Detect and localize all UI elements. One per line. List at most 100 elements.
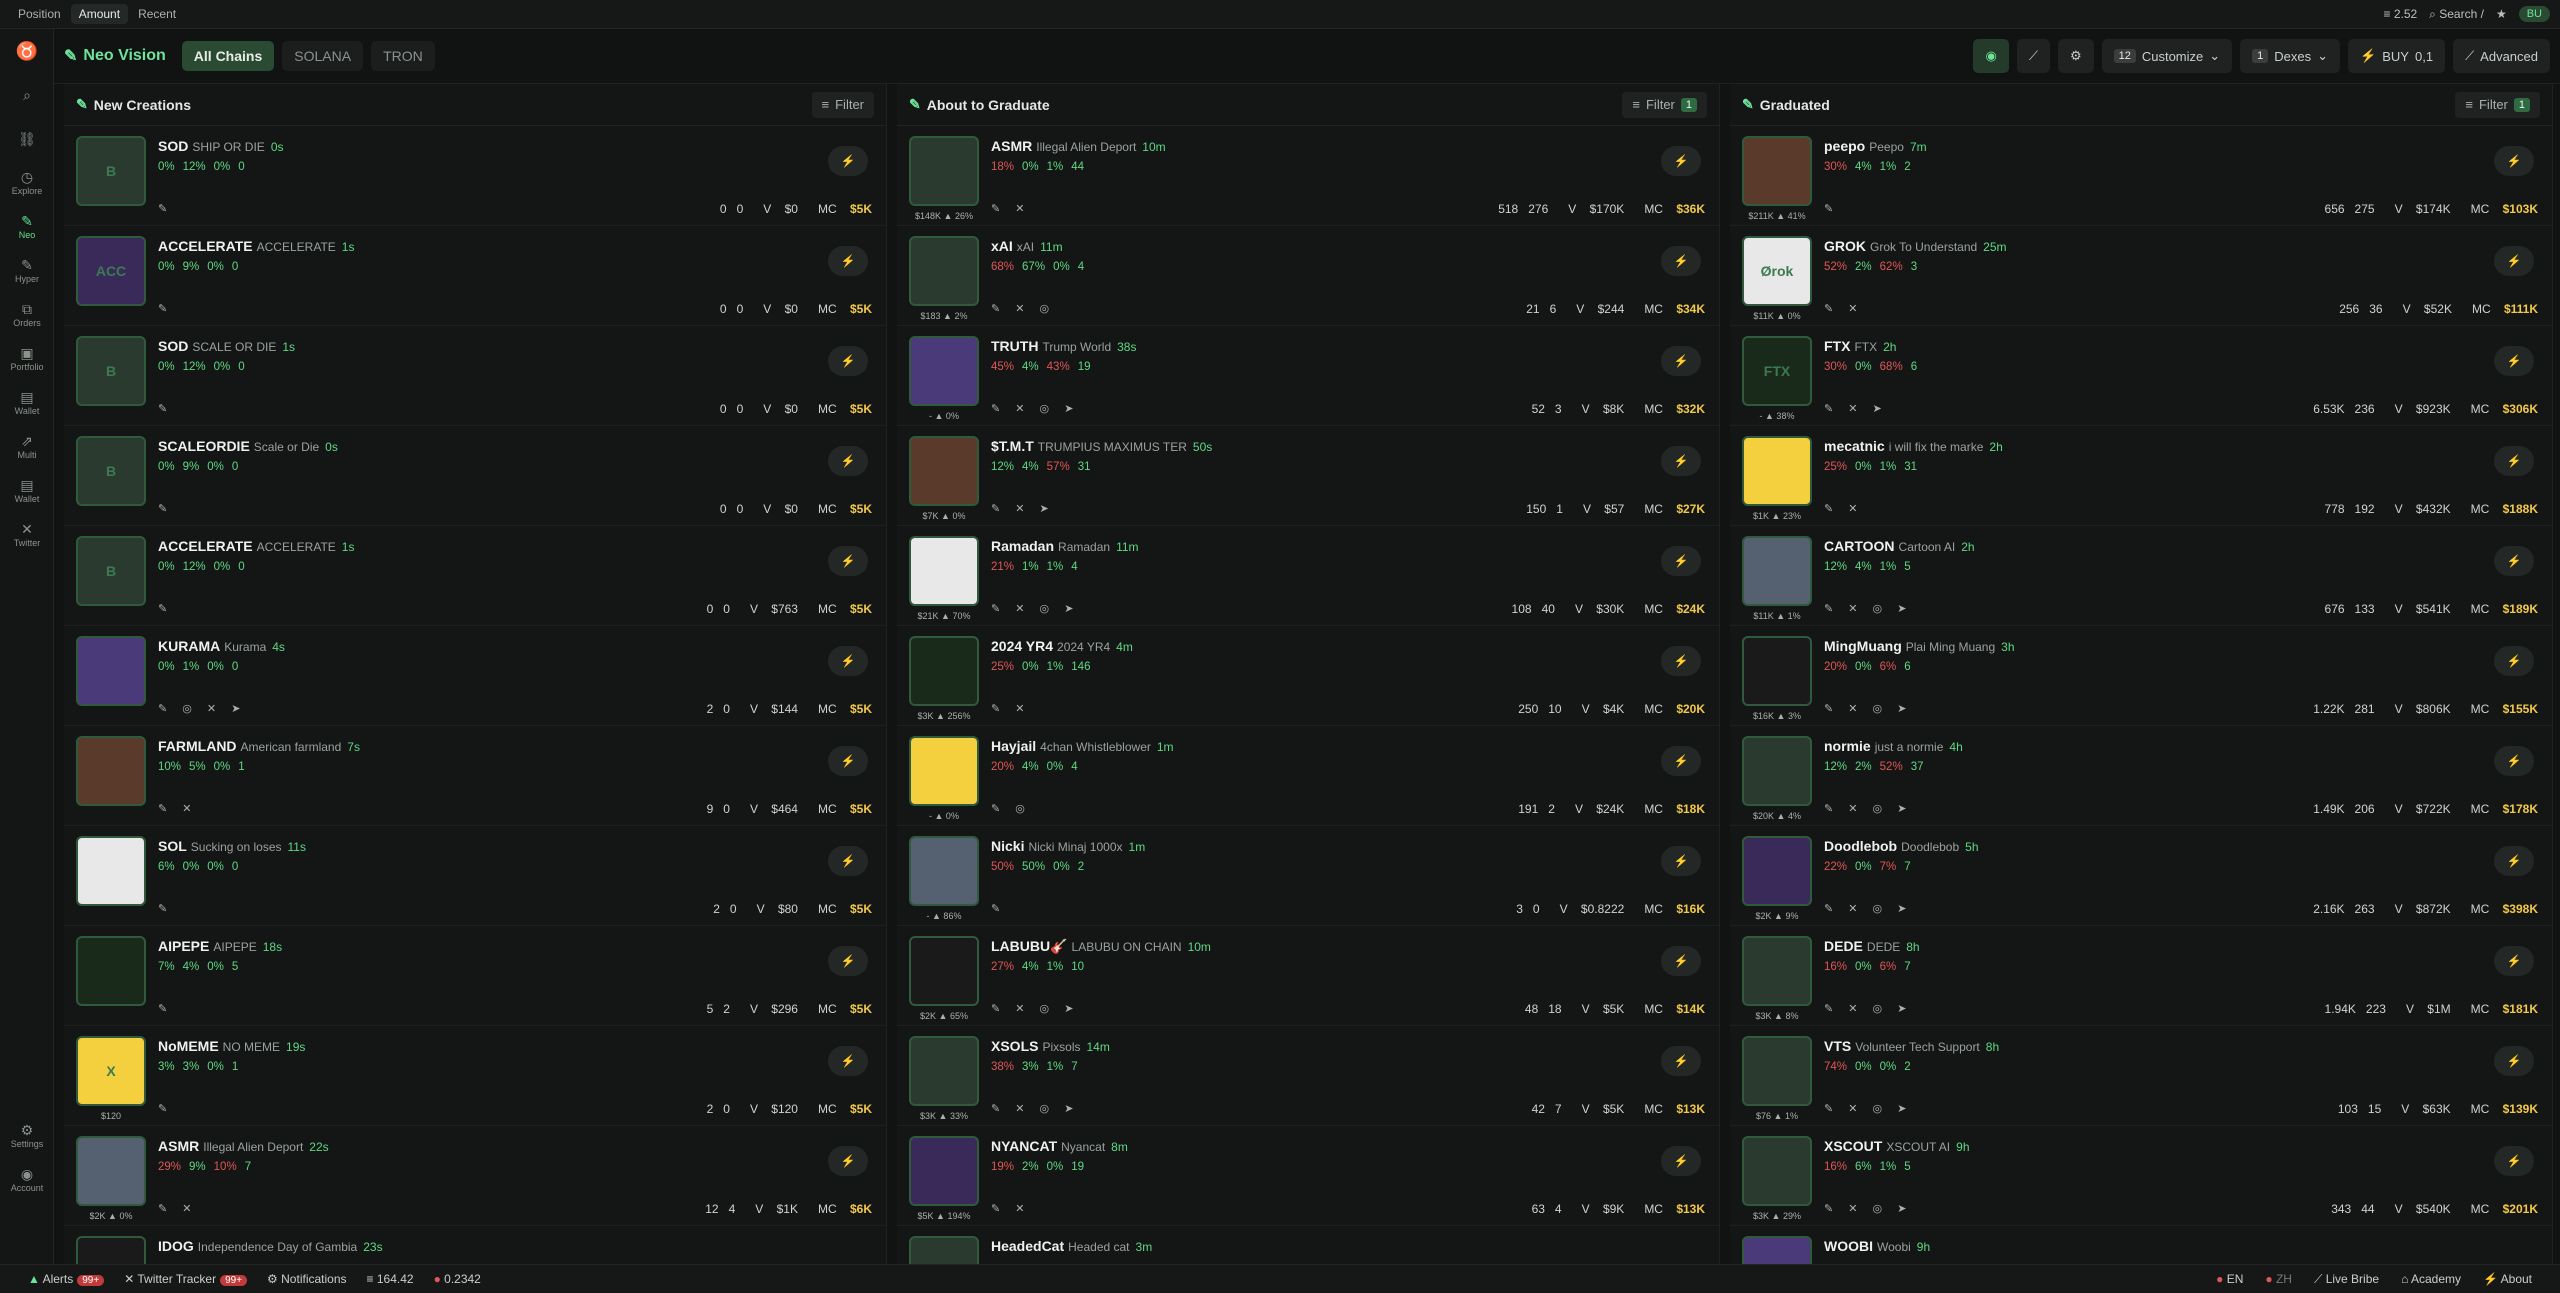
- token-row[interactable]: $211K ▲ 41% peepo Peepo 7m 30% 4% 1% 2 ✎ 656 275 V …: [1730, 126, 2552, 226]
- token-avatar[interactable]: [76, 736, 146, 806]
- quick-buy-button[interactable]: ⚡: [2494, 946, 2534, 976]
- social-icons[interactable]: ✎ ✕ ◎ ➤: [1824, 802, 1912, 815]
- chart-button[interactable]: ⟋: [2016, 39, 2050, 73]
- token-avatar[interactable]: [1742, 936, 1812, 1006]
- token-avatar[interactable]: [909, 1236, 979, 1264]
- quick-buy-button[interactable]: ⚡: [828, 146, 868, 176]
- quick-buy-button[interactable]: ⚡: [2494, 746, 2534, 776]
- quick-buy-button[interactable]: ⚡: [828, 946, 868, 976]
- sidebar-search[interactable]: ⌕: [0, 73, 54, 117]
- quick-buy-button[interactable]: ⚡: [828, 746, 868, 776]
- social-icons[interactable]: ✎ ✕: [991, 202, 1031, 215]
- sidebar-item-wallet-2[interactable]: ▤ Wallet: [0, 469, 54, 513]
- token-row[interactable]: $16K ▲ 3% MingMuang Plai Ming Muang 3h 20% 0%…: [1730, 626, 2552, 726]
- sidebar-item-settings[interactable]: ⚙ Settings: [0, 1114, 54, 1158]
- token-avatar[interactable]: [76, 936, 146, 1006]
- token-row[interactable]: $3K ▲ 29% XSCOUT XSCOUT AI 9h 16% 6% 1% 5 ✎ ✕ ◎ …: [1730, 1126, 2552, 1226]
- social-icons[interactable]: ✎ ✕ ◎ ➤: [991, 402, 1079, 415]
- social-icons[interactable]: ✎ ✕: [1824, 502, 1864, 515]
- token-row[interactable]: - ▲ 86% Nicki Nicki Minaj 1000x 1m 50% 50% 0% 2…: [897, 826, 1719, 926]
- token-row[interactable]: WOOBI Woobi 9h: [1730, 1226, 2552, 1264]
- token-avatar[interactable]: X: [76, 1036, 146, 1106]
- quick-buy-button[interactable]: ⚡: [1661, 946, 1701, 976]
- token-row[interactable]: SOL Sucking on loses 11s 6% 0% 0% 0 ✎ 2 0 V $80 MC …: [64, 826, 886, 926]
- social-icons[interactable]: ✎ ✕: [991, 702, 1031, 715]
- quick-buy-button[interactable]: ⚡: [2494, 246, 2534, 276]
- token-row[interactable]: $148K ▲ 26% ASMR Illegal Alien Deport 10m 18…: [897, 126, 1719, 226]
- token-avatar[interactable]: [909, 936, 979, 1006]
- social-icons[interactable]: ✎ ✕ ◎: [991, 302, 1055, 315]
- social-icons[interactable]: ✎: [158, 1002, 173, 1015]
- token-row[interactable]: B ACCELERATE ACCELERATE 1s 0% 12% 0% 0 ✎ 0 0 V $763…: [64, 526, 886, 626]
- quick-buy-button[interactable]: ⚡: [828, 846, 868, 876]
- token-row[interactable]: $1K ▲ 23% mecatnic i will fix the marke 2h 2…: [1730, 426, 2552, 526]
- token-row[interactable]: HeadedCat Headed cat 3m: [897, 1226, 1719, 1264]
- buy-control[interactable]: ⚡ BUY 0,1: [2348, 39, 2446, 73]
- token-row[interactable]: $7K ▲ 0% $T.M.T TRUMPIUS MAXIMUS TER 50s 12%…: [897, 426, 1719, 526]
- sidebar-item-portfolio[interactable]: ▣ Portfolio: [0, 337, 54, 381]
- sidebar-item-multi[interactable]: ⇗ Multi: [0, 425, 54, 469]
- social-icons[interactable]: ✎ ✕ ➤: [1824, 402, 1888, 415]
- lang-zh[interactable]: ● ZH: [2265, 1272, 2292, 1287]
- social-icons[interactable]: ✎: [1824, 202, 1839, 215]
- quick-buy-button[interactable]: ⚡: [1661, 246, 1701, 276]
- quick-buy-button[interactable]: ⚡: [828, 446, 868, 476]
- token-avatar[interactable]: B: [76, 336, 146, 406]
- tab-recent[interactable]: Recent: [130, 4, 184, 24]
- social-icons[interactable]: ✎ ✕: [991, 1202, 1031, 1215]
- quick-buy-button[interactable]: ⚡: [1661, 446, 1701, 476]
- academy-link[interactable]: ⌂ Academy: [2401, 1272, 2461, 1287]
- token-avatar[interactable]: [909, 636, 979, 706]
- social-icons[interactable]: ✎ ✕ ◎ ➤: [991, 1002, 1079, 1015]
- quick-buy-button[interactable]: ⚡: [1661, 1046, 1701, 1076]
- quick-buy-button[interactable]: ⚡: [2494, 846, 2534, 876]
- token-avatar[interactable]: [909, 136, 979, 206]
- quick-buy-button[interactable]: ⚡: [828, 346, 868, 376]
- tab-amount[interactable]: Amount: [70, 4, 129, 24]
- sidebar-item-orders[interactable]: ⧉ Orders: [0, 293, 54, 337]
- quick-buy-button[interactable]: ⚡: [828, 1046, 868, 1076]
- quick-buy-button[interactable]: ⚡: [1661, 646, 1701, 676]
- token-avatar[interactable]: FTX: [1742, 336, 1812, 406]
- token-avatar[interactable]: [1742, 1136, 1812, 1206]
- sidebar-item-wallet[interactable]: ▤ Wallet: [0, 381, 54, 425]
- social-icons[interactable]: ✎ ✕ ◎ ➤: [991, 602, 1079, 615]
- token-avatar[interactable]: [909, 236, 979, 306]
- filter-button[interactable]: ≡ Filter 1: [2455, 91, 2540, 118]
- social-icons[interactable]: ✎ ◎: [991, 802, 1031, 815]
- social-icons[interactable]: ✎: [991, 902, 1006, 915]
- alerts-button[interactable]: ▲ Alerts 99+: [28, 1272, 105, 1286]
- sidebar-item-explore[interactable]: ◷ Explore: [0, 161, 54, 205]
- token-avatar[interactable]: [909, 736, 979, 806]
- social-icons[interactable]: ✎ ✕ ◎ ➤: [1824, 602, 1912, 615]
- token-row[interactable]: $2K ▲ 0% ASMR Illegal Alien Deport 22s 29% 9%…: [64, 1126, 886, 1226]
- token-avatar[interactable]: [909, 836, 979, 906]
- token-avatar[interactable]: [1742, 536, 1812, 606]
- live-bribe-link[interactable]: ⟋ Live Bribe: [2314, 1272, 2379, 1287]
- star-icon[interactable]: ★: [2496, 7, 2507, 21]
- token-avatar[interactable]: B: [76, 536, 146, 606]
- social-icons[interactable]: ✎ ✕: [158, 1202, 198, 1215]
- quick-buy-button[interactable]: ⚡: [2494, 546, 2534, 576]
- social-icons[interactable]: ✎: [158, 402, 173, 415]
- social-icons[interactable]: ✎: [158, 602, 173, 615]
- token-avatar[interactable]: Ørok: [1742, 236, 1812, 306]
- quick-buy-button[interactable]: ⚡: [1661, 346, 1701, 376]
- token-row[interactable]: $76 ▲ 1% VTS Volunteer Tech Support 8h 74% 0%…: [1730, 1026, 2552, 1126]
- token-row[interactable]: KURAMA Kurama 4s 0% 1% 0% 0 ✎ ◎ ✕ ➤ 2 0 V $144 MC $…: [64, 626, 886, 726]
- quick-buy-button[interactable]: ⚡: [2494, 146, 2534, 176]
- token-avatar[interactable]: [76, 1136, 146, 1206]
- quick-buy-button[interactable]: ⚡: [828, 1146, 868, 1176]
- quick-buy-button[interactable]: ⚡: [1661, 1146, 1701, 1176]
- tab-position[interactable]: Position: [10, 4, 69, 24]
- about-link[interactable]: ⚡ About: [2483, 1272, 2532, 1287]
- token-row[interactable]: B SCALEORDIE Scale or Die 0s 0% 9% 0% 0 ✎ 0 0 V $0 M…: [64, 426, 886, 526]
- quick-buy-button[interactable]: ⚡: [828, 546, 868, 576]
- sidebar-item-account[interactable]: ◉ Account: [0, 1158, 54, 1202]
- social-icons[interactable]: ✎ ✕ ◎ ➤: [1824, 1202, 1912, 1215]
- quick-buy-button[interactable]: ⚡: [2494, 446, 2534, 476]
- quick-buy-button[interactable]: ⚡: [1661, 146, 1701, 176]
- social-icons[interactable]: ✎ ✕ ➤: [991, 502, 1055, 515]
- social-icons[interactable]: ✎ ✕: [158, 802, 198, 815]
- social-icons[interactable]: ✎: [158, 302, 173, 315]
